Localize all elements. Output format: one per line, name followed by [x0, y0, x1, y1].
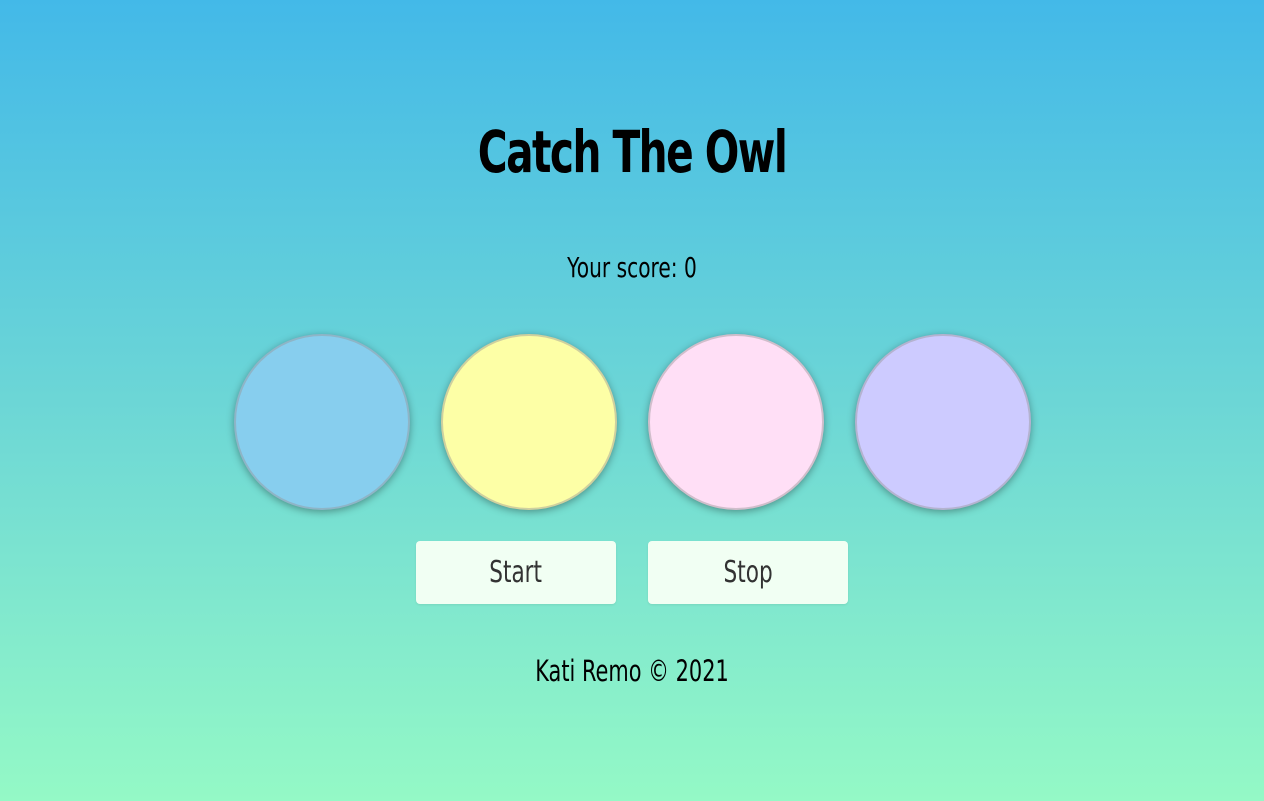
circle-row: [234, 334, 1031, 510]
circle-2[interactable]: [441, 334, 617, 510]
stop-button-label: Stop: [723, 555, 773, 590]
circle-4[interactable]: [855, 334, 1031, 510]
start-button-label: Start: [489, 555, 543, 590]
score-display: Your score: 0: [177, 250, 1087, 286]
stop-button[interactable]: Stop: [648, 541, 848, 604]
circle-1[interactable]: [234, 334, 410, 510]
score-value: 0: [683, 251, 697, 284]
start-button[interactable]: Start: [416, 541, 616, 604]
circle-3[interactable]: [648, 334, 824, 510]
score-label: Your score:: [567, 251, 678, 284]
game-title: Catch The Owl: [477, 118, 788, 186]
footer-credit: Kati Remo © 2021: [535, 654, 729, 688]
